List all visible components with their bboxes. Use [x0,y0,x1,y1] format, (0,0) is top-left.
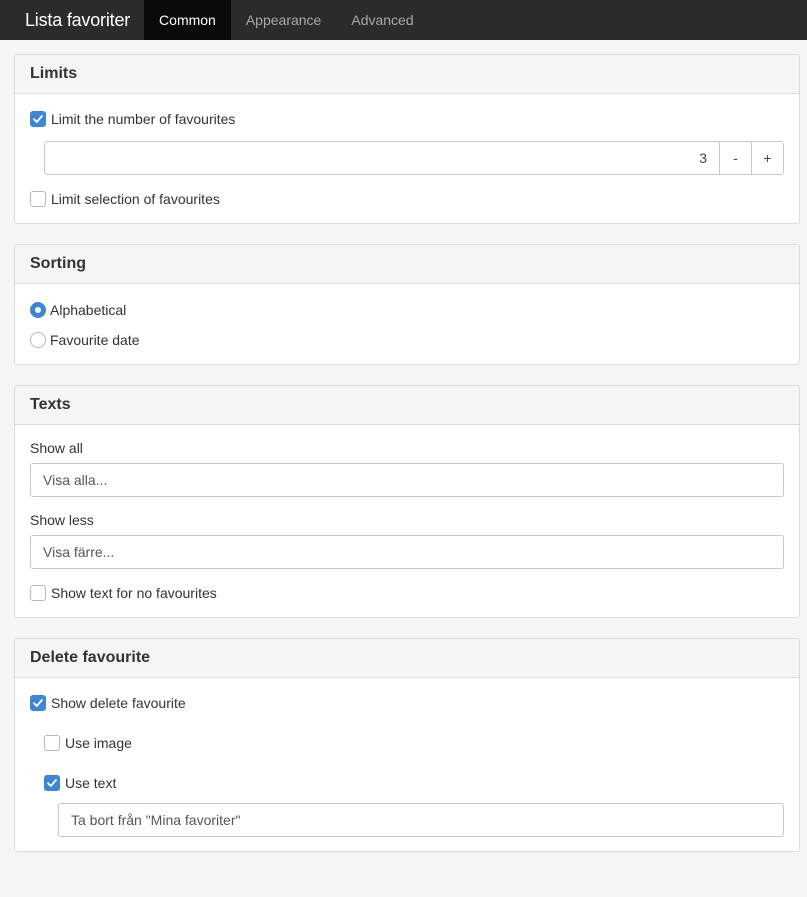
increment-button[interactable]: + [751,142,783,174]
show-delete-checkbox[interactable] [30,695,46,711]
decrement-button[interactable]: - [719,142,751,174]
limit-selection-row[interactable]: Limit selection of favourites [30,189,784,209]
main-content: Limits Limit the number of favourites 3 … [0,40,807,852]
limit-number-checkbox[interactable] [30,111,46,127]
use-image-row[interactable]: Use image [44,733,784,753]
tab-bar: Common Appearance Advanced [144,0,429,40]
limit-selection-checkbox[interactable] [30,191,46,207]
navbar: Lista favoriter Common Appearance Advanc… [0,0,807,40]
sort-date-row[interactable]: Favourite date [30,330,784,350]
limit-number-stepper: 3 - + [44,141,784,175]
check-icon [47,779,57,787]
show-less-input[interactable]: Visa färre... [30,535,784,569]
show-less-label: Show less [30,512,94,528]
no-favourites-row[interactable]: Show text for no favourites [30,583,784,603]
use-image-label: Use image [65,735,132,751]
use-text-row[interactable]: Use text [44,773,784,793]
show-delete-row[interactable]: Show delete favourite [30,693,784,713]
tab-advanced[interactable]: Advanced [336,0,428,40]
no-favourites-checkbox[interactable] [30,585,46,601]
sort-alphabetical-radio[interactable] [30,302,46,318]
limit-selection-label: Limit selection of favourites [51,191,220,207]
use-image-checkbox[interactable] [44,735,60,751]
texts-panel: Texts Show all Visa alla... Show less Vi… [14,385,800,618]
sorting-panel: Sorting Alphabetical Favourite date [14,244,800,365]
check-icon [33,115,43,123]
limit-number-label: Limit the number of favourites [51,111,236,127]
delete-panel: Delete favourite Show delete favourite U… [14,638,800,852]
tab-common[interactable]: Common [144,0,231,40]
use-text-checkbox[interactable] [44,775,60,791]
limit-number-row[interactable]: Limit the number of favourites [30,109,784,129]
limits-panel: Limits Limit the number of favourites 3 … [14,54,800,224]
show-all-input[interactable]: Visa alla... [30,463,784,497]
texts-heading: Texts [15,386,799,425]
app-title: Lista favoriter [25,10,131,30]
sort-alphabetical-label: Alphabetical [50,302,127,318]
no-favourites-label: Show text for no favourites [51,585,217,601]
sort-date-label: Favourite date [50,332,140,348]
show-delete-label: Show delete favourite [51,695,186,711]
sort-date-radio[interactable] [30,332,46,348]
limit-number-input[interactable]: 3 [45,142,719,174]
sort-alphabetical-row[interactable]: Alphabetical [30,300,784,320]
check-icon [33,699,43,707]
sorting-heading: Sorting [15,245,799,284]
limits-heading: Limits [15,55,799,94]
tab-appearance[interactable]: Appearance [231,0,337,40]
show-all-label: Show all [30,440,83,456]
delete-heading: Delete favourite [15,639,799,678]
use-text-label: Use text [65,775,117,791]
delete-text-input[interactable]: Ta bort från "Mina favoriter" [58,803,784,837]
